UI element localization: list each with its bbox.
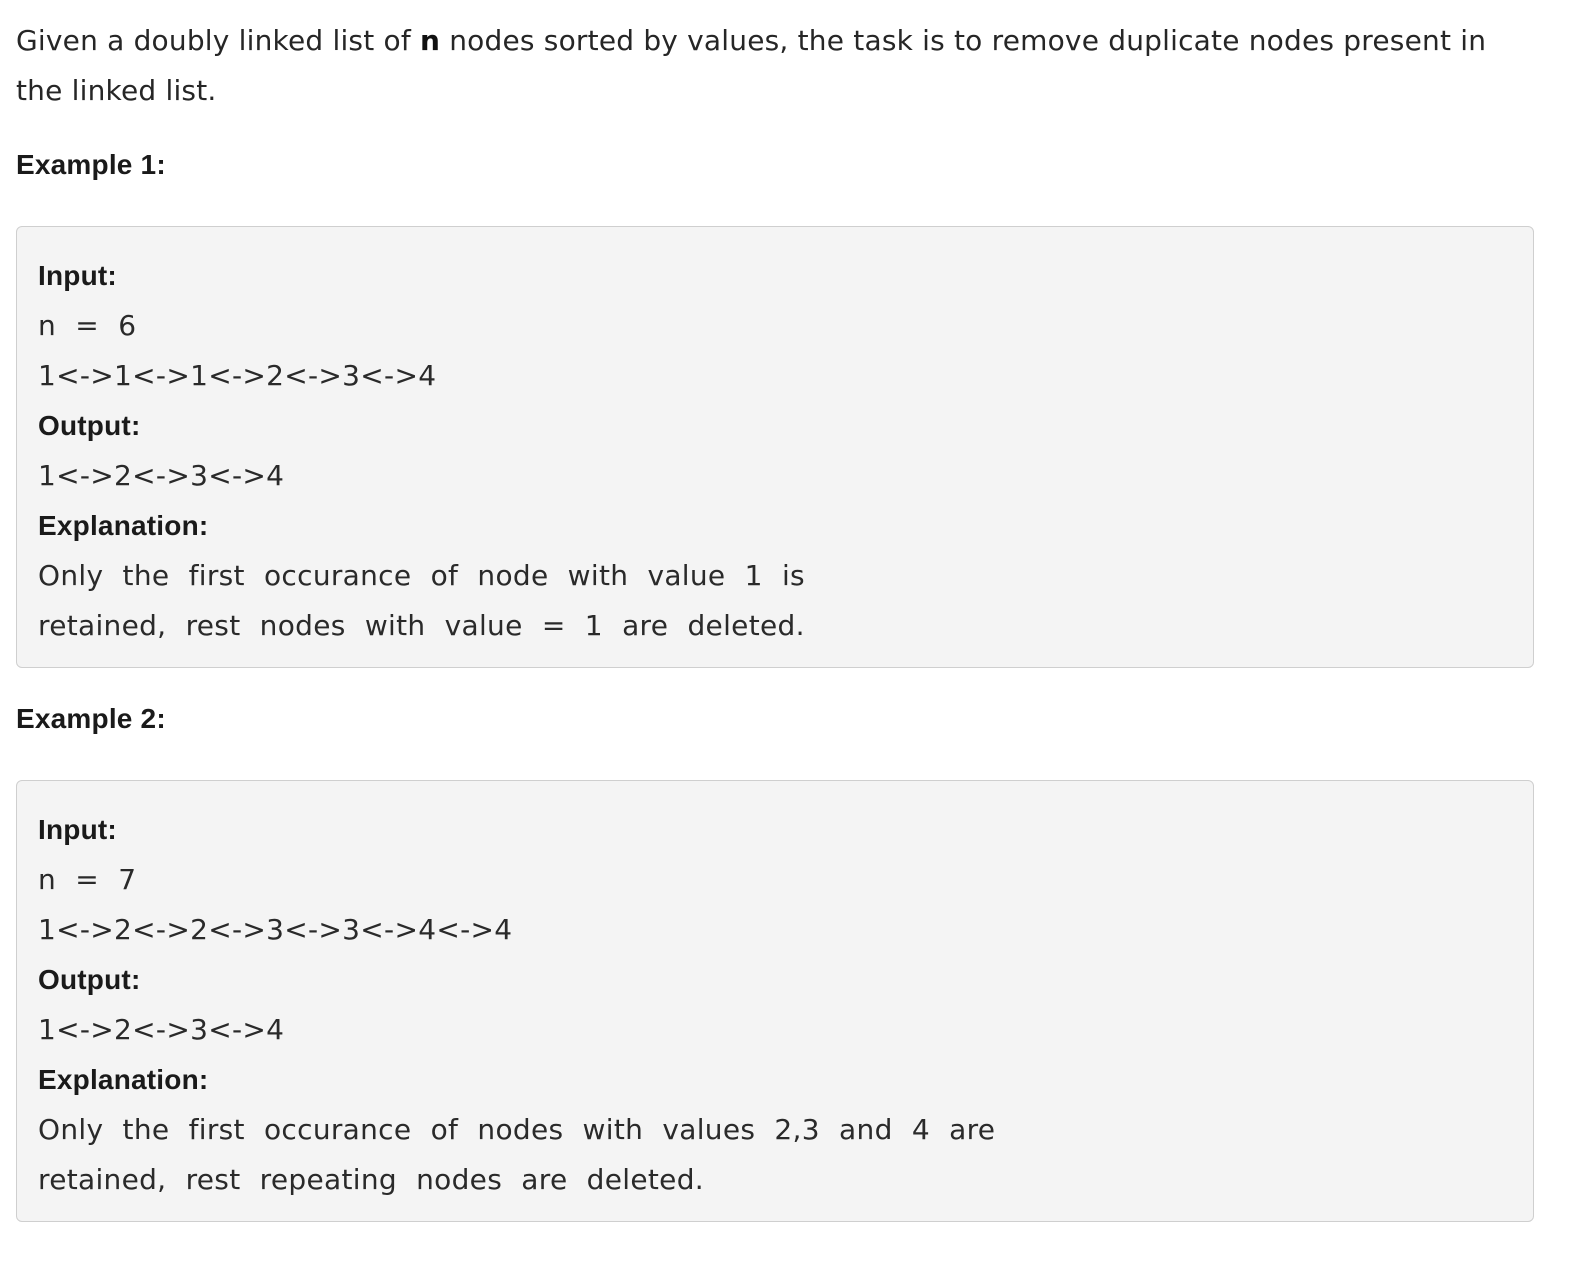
example-1-explanation-line-1: Only the first occurance of node with va… [38, 559, 805, 592]
example-1-output-list: 1<->2<->3<->4 [38, 459, 285, 492]
example-1-output-label: Output: [38, 410, 141, 441]
example-2-box: Input: n = 7 1<->2<->2<->3<->3<->4<->4 O… [16, 780, 1534, 1222]
example-2-explanation-label: Explanation: [38, 1064, 209, 1095]
example-1-input-label: Input: [38, 260, 117, 291]
example-1-explanation-line-2: retained, rest nodes with value = 1 are … [38, 609, 805, 642]
example-1-input-list: 1<->1<->1<->2<->3<->4 [38, 359, 437, 392]
example-2-input-label: Input: [38, 814, 117, 845]
example-1-box: Input: n = 6 1<->1<->1<->2<->3<->4 Outpu… [16, 226, 1534, 668]
example-2-input-list: 1<->2<->2<->3<->3<->4<->4 [38, 913, 513, 946]
problem-statement-variable-n: n [420, 24, 441, 57]
example-2-content: Input: n = 7 1<->2<->2<->3<->3<->4<->4 O… [38, 805, 1513, 1205]
example-1-n-value: n = 6 [38, 309, 137, 342]
example-1-heading: Example 1: [16, 149, 166, 180]
example-2-explanation-line-2: retained, rest repeating nodes are delet… [38, 1163, 704, 1196]
example-2-output-label: Output: [38, 964, 141, 995]
example-2-heading: Example 2: [16, 703, 166, 734]
problem-statement: Given a doubly linked list of n nodes so… [16, 16, 1521, 116]
example-2-explanation-line-1: Only the first occurance of nodes with v… [38, 1113, 996, 1146]
example-2-n-value: n = 7 [38, 863, 137, 896]
example-2-output-list: 1<->2<->3<->4 [38, 1013, 285, 1046]
example-1-content: Input: n = 6 1<->1<->1<->2<->3<->4 Outpu… [38, 251, 1513, 651]
problem-statement-text-start: Given a doubly linked list of [16, 24, 420, 57]
example-1-explanation-label: Explanation: [38, 510, 209, 541]
